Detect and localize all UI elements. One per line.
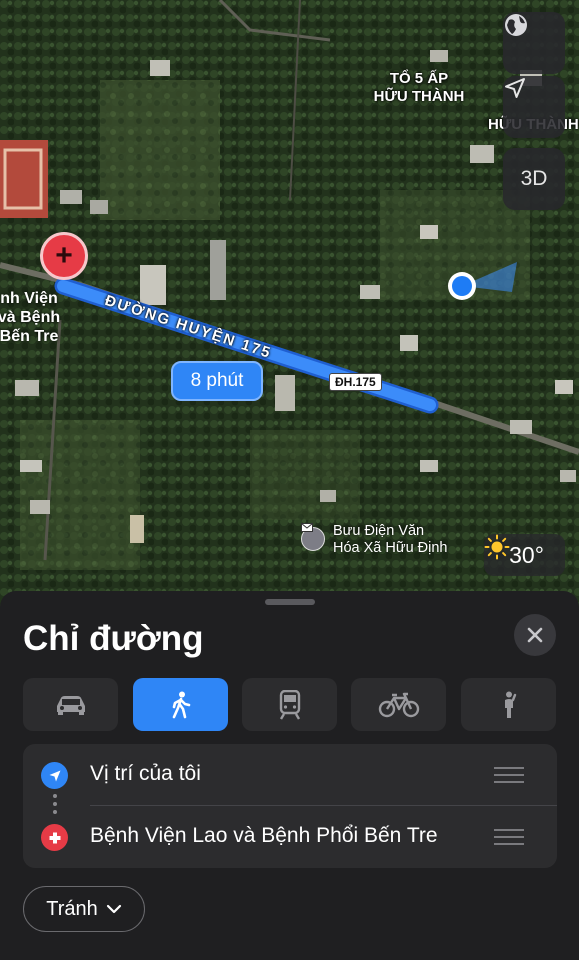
route-duration-badge[interactable]: 8 phút bbox=[171, 361, 263, 401]
3d-toggle-button[interactable]: 3D bbox=[503, 148, 565, 210]
close-button[interactable] bbox=[514, 614, 556, 656]
directions-sheet: Chỉ đường Vị trí của tôi Bệnh Viện Lao v… bbox=[0, 591, 579, 960]
reorder-handle-icon[interactable] bbox=[494, 829, 524, 845]
sheet-title: Chỉ đường bbox=[23, 619, 204, 658]
poi-label: Bưu Điện Văn Hóa Xã Hữu Định bbox=[333, 523, 448, 556]
sun-icon bbox=[484, 534, 510, 560]
stop-origin[interactable]: Vị trí của tôi bbox=[23, 744, 557, 806]
close-icon bbox=[527, 627, 543, 643]
plus-icon: + bbox=[55, 239, 73, 272]
hospital-map-label-text: nh Viện và Bệnh Bến Tre bbox=[0, 290, 61, 345]
poi-post-office[interactable]: Bưu Điện Văn Hóa Xã Hữu Định bbox=[301, 523, 448, 557]
hospital-pin[interactable]: + bbox=[40, 232, 88, 280]
route-stops-list: Vị trí của tôi Bệnh Viện Lao và Bệnh Phổ… bbox=[23, 744, 557, 868]
avoid-label: Tránh bbox=[46, 897, 98, 920]
hospital-map-label: nh Viện và Bệnh Bến Tre bbox=[0, 289, 68, 346]
transport-mode-selector bbox=[23, 678, 557, 731]
locate-button[interactable] bbox=[503, 76, 565, 138]
train-icon bbox=[279, 689, 300, 720]
chevron-down-icon bbox=[106, 904, 121, 914]
walk-icon bbox=[172, 691, 190, 718]
bike-icon bbox=[378, 692, 419, 717]
mode-rideshare[interactable] bbox=[461, 678, 556, 731]
destination-label: Bệnh Viện Lao và Bệnh Phổi Bến Tre bbox=[90, 824, 438, 847]
mode-transit[interactable] bbox=[242, 678, 337, 731]
location-arrow-icon bbox=[41, 762, 68, 789]
mode-walking[interactable] bbox=[133, 678, 228, 731]
hamlet-label: TỔ 5 ẤP HỮU THÀNH bbox=[364, 70, 474, 106]
globe-button[interactable] bbox=[503, 12, 565, 74]
location-arrow-icon bbox=[505, 78, 525, 98]
avoid-dropdown[interactable]: Tránh bbox=[23, 886, 145, 932]
weather-badge: 30° bbox=[484, 534, 565, 576]
mail-icon bbox=[301, 523, 325, 551]
sheet-grabber[interactable] bbox=[265, 599, 315, 605]
temperature: 30° bbox=[509, 541, 544, 568]
hospital-icon bbox=[41, 824, 68, 851]
3d-label: 3D bbox=[520, 167, 548, 190]
hamlet-label-text: TỔ 5 ẤP HỮU THÀNH bbox=[373, 70, 465, 105]
stop-destination[interactable]: Bệnh Viện Lao và Bệnh Phổi Bến Tre bbox=[23, 806, 557, 868]
origin-label: Vị trí của tôi bbox=[90, 762, 201, 785]
mode-driving[interactable] bbox=[23, 678, 118, 731]
car-icon bbox=[56, 695, 85, 715]
globe-icon bbox=[505, 14, 527, 36]
rideshare-icon bbox=[504, 691, 516, 718]
road-shield: ĐH.175 bbox=[329, 373, 382, 391]
reorder-handle-icon[interactable] bbox=[494, 767, 524, 783]
mode-cycling[interactable] bbox=[351, 678, 446, 731]
